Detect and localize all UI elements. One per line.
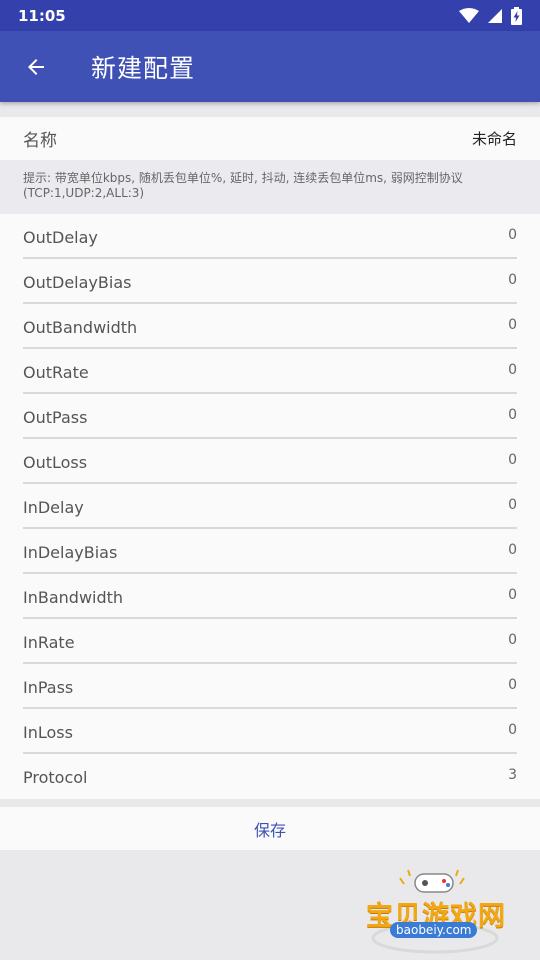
- param-value[interactable]: 3: [508, 767, 517, 783]
- param-value[interactable]: 0: [508, 632, 517, 648]
- name-value[interactable]: 未命名: [472, 128, 517, 149]
- param-row-outrate[interactable]: OutRate 0: [0, 349, 540, 394]
- param-value[interactable]: 0: [508, 317, 517, 333]
- back-button[interactable]: [1, 31, 71, 102]
- status-time: 11:05: [18, 6, 66, 25]
- param-row-inloss[interactable]: InLoss 0: [0, 709, 540, 754]
- param-value[interactable]: 0: [508, 272, 517, 288]
- param-label: OutDelayBias: [23, 273, 132, 292]
- param-row-outpass[interactable]: OutPass 0: [0, 394, 540, 439]
- param-row-protocol[interactable]: Protocol 3: [0, 754, 540, 799]
- param-label: InDelayBias: [23, 543, 118, 562]
- arrow-back-icon: [28, 58, 44, 75]
- save-bar: 保存: [0, 807, 540, 850]
- battery-charging-icon: [511, 6, 522, 25]
- param-label: Protocol: [23, 768, 88, 787]
- param-row-inbandwidth[interactable]: InBandwidth 0: [0, 574, 540, 619]
- param-value[interactable]: 0: [508, 677, 517, 693]
- param-label: OutRate: [23, 363, 89, 382]
- save-button[interactable]: 保存: [254, 817, 286, 841]
- param-row-outdelaybias[interactable]: OutDelayBias 0: [0, 259, 540, 304]
- wifi-icon: [459, 7, 479, 23]
- param-label: OutLoss: [23, 453, 88, 472]
- param-label: InPass: [23, 678, 74, 697]
- status-bar: 11:05: [0, 0, 540, 31]
- param-row-indelay[interactable]: InDelay 0: [0, 484, 540, 529]
- watermark-logo: 宝贝游戏网 baobeiy.com: [360, 868, 510, 958]
- hint-text: 提示: 带宽单位kbps, 随机丢包单位%, 延时, 抖动, 连续丢包单位ms,…: [0, 160, 540, 214]
- param-row-outloss[interactable]: OutLoss 0: [0, 439, 540, 484]
- param-label: InBandwidth: [23, 588, 124, 607]
- param-label: OutPass: [23, 408, 88, 427]
- param-row-outbandwidth[interactable]: OutBandwidth 0: [0, 304, 540, 349]
- param-value[interactable]: 0: [508, 227, 517, 243]
- param-label: InRate: [23, 633, 75, 652]
- app-bar: 新建配置: [0, 31, 540, 102]
- name-label: 名称: [23, 131, 57, 151]
- params-list: OutDelay 0 OutDelayBias 0 OutBandwidth 0…: [0, 214, 540, 799]
- name-field[interactable]: 名称 未命名: [0, 117, 540, 160]
- param-value[interactable]: 0: [508, 407, 517, 423]
- page-title: 新建配置: [91, 53, 196, 83]
- param-label: InLoss: [23, 723, 73, 742]
- param-row-inrate[interactable]: InRate 0: [0, 619, 540, 664]
- param-row-indelaybias[interactable]: InDelayBias 0: [0, 529, 540, 574]
- param-value[interactable]: 0: [508, 542, 517, 558]
- signal-icon: [488, 8, 502, 23]
- param-label: OutBandwidth: [23, 318, 138, 337]
- param-value[interactable]: 0: [508, 722, 517, 738]
- param-row-inpass[interactable]: InPass 0: [0, 664, 540, 709]
- param-value[interactable]: 0: [508, 452, 517, 468]
- param-value[interactable]: 0: [508, 587, 517, 603]
- watermark-url: baobeiy.com: [390, 922, 478, 938]
- param-row-outdelay[interactable]: OutDelay 0: [0, 214, 540, 259]
- param-label: InDelay: [23, 498, 84, 517]
- status-icons: [459, 6, 522, 25]
- param-value[interactable]: 0: [508, 362, 517, 378]
- param-value[interactable]: 0: [508, 497, 517, 513]
- param-label: OutDelay: [23, 228, 98, 247]
